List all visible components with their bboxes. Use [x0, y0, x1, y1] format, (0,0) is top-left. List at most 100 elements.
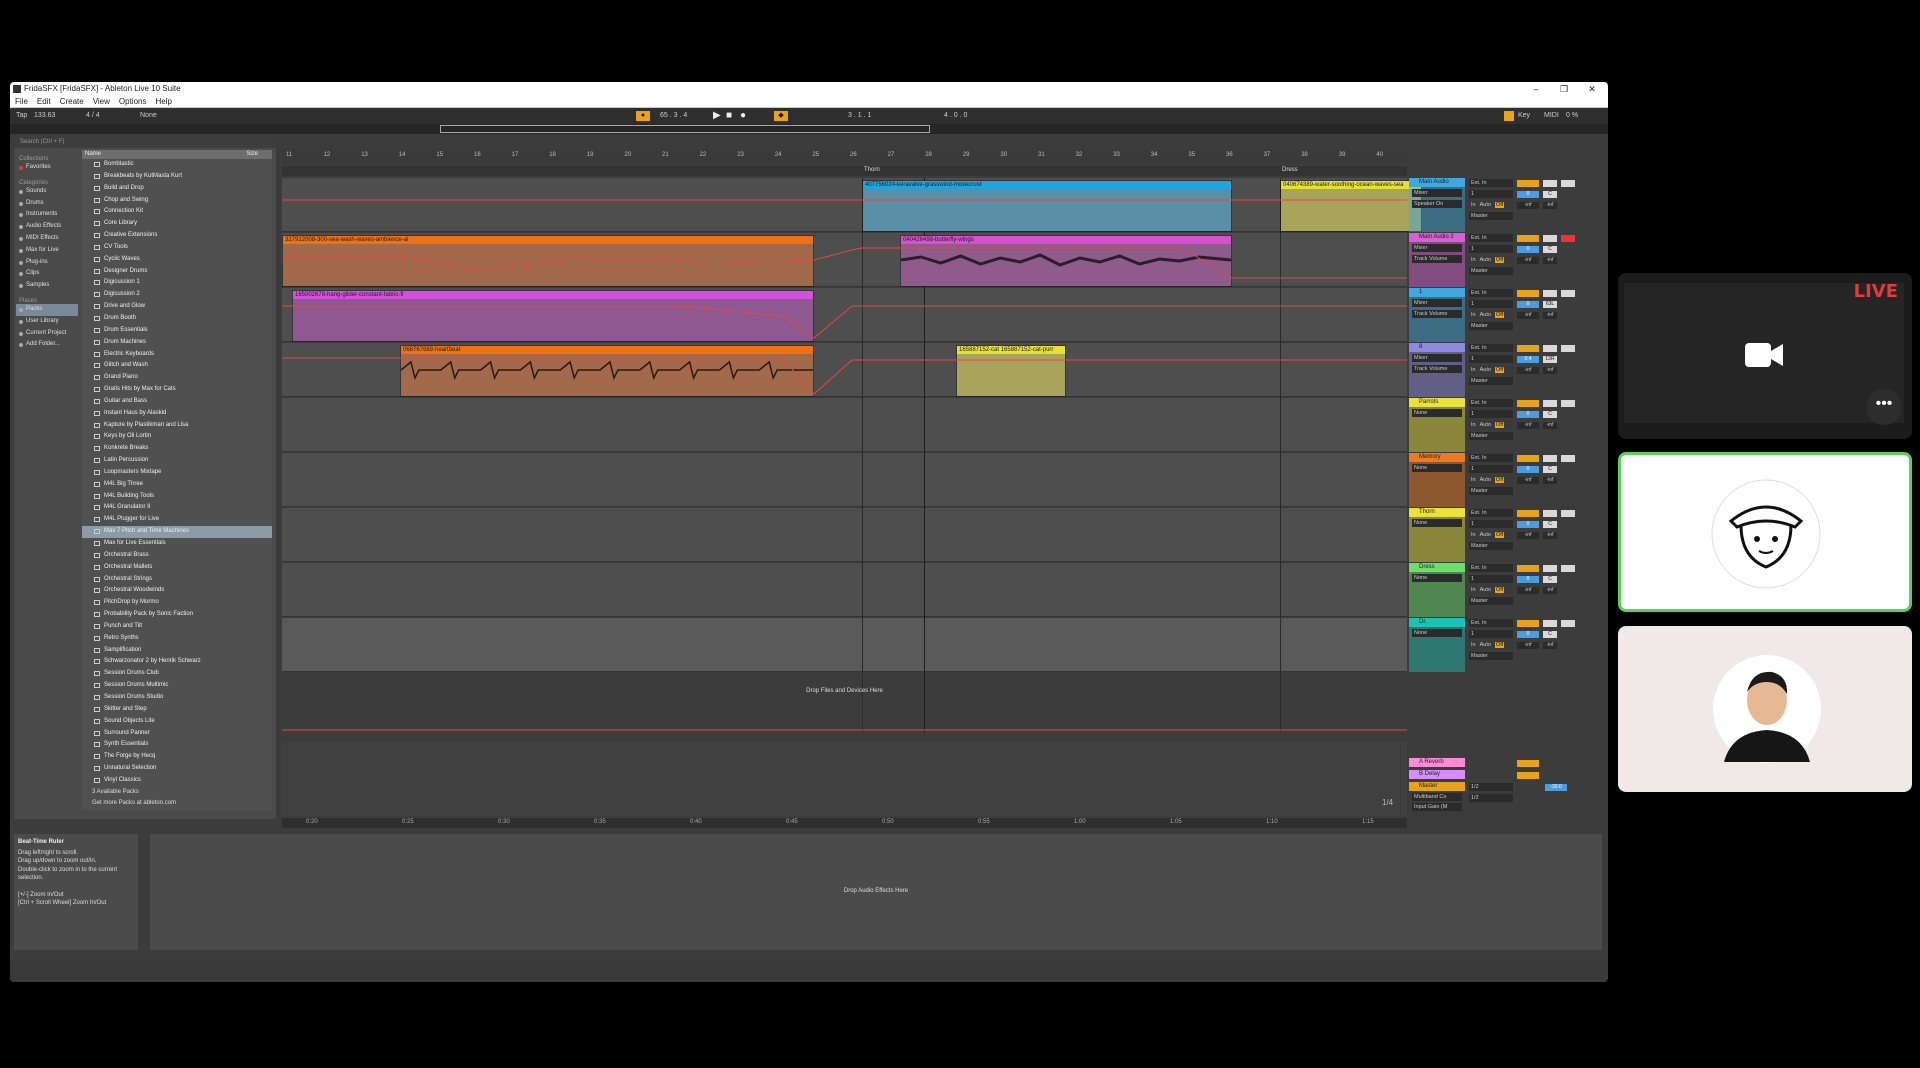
pack-item[interactable]: Connection Kit — [82, 206, 272, 218]
pan-field[interactable]: C — [1543, 466, 1557, 473]
pack-item[interactable]: Probability Pack by Sonic Faction — [82, 609, 272, 621]
track-activator[interactable] — [1517, 235, 1539, 242]
quantize-select[interactable]: None — [140, 108, 157, 124]
pack-item[interactable]: Drum Booth — [82, 313, 272, 325]
pack-item[interactable]: Build and Drop — [82, 183, 272, 195]
track-activator[interactable] — [1517, 400, 1539, 407]
volume-field[interactable]: 0 — [1517, 246, 1539, 253]
master-device[interactable]: Multiband Co — [1412, 793, 1462, 801]
solo-button[interactable] — [1543, 345, 1557, 352]
pack-item[interactable]: M4L Building Tools — [82, 491, 272, 503]
category-item[interactable]: Instruments — [16, 209, 78, 221]
pack-item[interactable]: Keys by Oli Lortin — [82, 431, 272, 443]
solo-button[interactable] — [1543, 455, 1557, 462]
solo-button[interactable] — [1543, 565, 1557, 572]
pack-item[interactable]: Designer Drums — [82, 266, 272, 278]
track-name-5[interactable]: Memory — [1409, 453, 1465, 462]
tap-button[interactable]: Tap — [16, 108, 27, 124]
pack-item[interactable]: M4L Granulator II — [82, 502, 272, 514]
return-volume[interactable] — [1517, 760, 1539, 767]
participant-tile-camera[interactable] — [1618, 626, 1912, 792]
stop-button[interactable]: ■ — [726, 108, 732, 124]
monitor-in[interactable]: In — [1471, 312, 1476, 318]
master-out-select[interactable]: 1/2 — [1469, 794, 1513, 802]
track-activator[interactable] — [1517, 290, 1539, 297]
input-channel-select[interactable]: 1 — [1469, 520, 1513, 528]
device-chooser[interactable]: Mixer — [1412, 244, 1462, 252]
input-channel-select[interactable]: 1 — [1469, 410, 1513, 418]
monitor-off[interactable]: Off — [1494, 367, 1505, 373]
solo-button[interactable] — [1543, 235, 1557, 242]
pack-item[interactable]: The Forge by Hecq — [82, 751, 272, 763]
arm-button[interactable] — [1561, 180, 1575, 187]
pack-item[interactable]: Digicussion 1 — [82, 277, 272, 289]
track-activator[interactable] — [1517, 620, 1539, 627]
send-a-field[interactable]: -inf — [1517, 587, 1539, 594]
pack-item[interactable]: Bombtastic — [82, 159, 272, 171]
send-b-field[interactable]: -inf — [1543, 532, 1557, 539]
pan-field[interactable]: C — [1543, 576, 1557, 583]
place-item[interactable]: Packs — [16, 303, 78, 316]
key-map-button[interactable] — [1504, 111, 1514, 121]
monitor-off[interactable]: Off — [1494, 202, 1505, 208]
track-name-8[interactable]: Dr. — [1409, 618, 1465, 627]
tempo-field[interactable]: 133.63 — [34, 108, 55, 124]
midi-map-label[interactable]: MIDI — [1544, 108, 1559, 124]
category-item[interactable]: Audio Effects — [16, 221, 78, 233]
pan-field[interactable]: 63L — [1543, 301, 1557, 308]
solo-button[interactable] — [1543, 510, 1557, 517]
pan-field[interactable]: C — [1543, 191, 1557, 198]
monitor-in[interactable]: In — [1471, 587, 1476, 593]
pack-item[interactable]: Kapture by Plastikman and Lisa — [82, 420, 272, 432]
category-item[interactable]: Samples — [16, 280, 78, 292]
device-view[interactable]: Drop Audio Effects Here — [150, 834, 1602, 950]
volume-field[interactable]: 0 — [1517, 466, 1539, 473]
pan-field[interactable]: C — [1543, 411, 1557, 418]
record-button[interactable]: ● — [740, 108, 746, 124]
pack-item[interactable]: Grand Piano — [82, 372, 272, 384]
drop-files-area[interactable]: Drop Files and Devices Here — [282, 688, 1407, 694]
device-chooser[interactable]: None — [1412, 574, 1462, 582]
monitor-off[interactable]: Off — [1494, 642, 1505, 648]
pack-item[interactable]: Loopmasters Mixtape — [82, 467, 272, 479]
send-b-field[interactable]: -inf — [1543, 257, 1557, 264]
volume-field[interactable]: 0 — [1517, 191, 1539, 198]
monitor-auto[interactable]: Auto — [1480, 587, 1491, 593]
send-a-field[interactable]: -inf — [1517, 642, 1539, 649]
drop-audio-effects[interactable]: Drop Audio Effects Here — [150, 888, 1602, 894]
input-type-select[interactable]: Ext. In — [1469, 179, 1513, 187]
input-channel-select[interactable]: 1 — [1469, 355, 1513, 363]
follow-button[interactable]: ● — [636, 111, 650, 121]
place-item[interactable]: User Library — [16, 316, 78, 328]
device-chooser[interactable]: None — [1412, 464, 1462, 472]
volume-field[interactable]: 0 — [1517, 301, 1539, 308]
arm-button[interactable] — [1561, 565, 1575, 572]
category-item[interactable]: Max for Live — [16, 245, 78, 257]
arm-button[interactable] — [1561, 455, 1575, 462]
automation-arm-button[interactable]: ◆ — [774, 111, 788, 121]
output-select[interactable]: Master — [1469, 377, 1513, 385]
send-a-field[interactable]: -inf — [1517, 477, 1539, 484]
pack-item[interactable]: Orchestral Strings — [82, 574, 272, 586]
send-b-field[interactable]: -inf — [1543, 477, 1557, 484]
pan-field[interactable]: C — [1543, 521, 1557, 528]
send-b-field[interactable]: -inf — [1543, 422, 1557, 429]
monitor-off[interactable]: Off — [1494, 422, 1505, 428]
time-ruler[interactable]: 0:20 0:25 0:30 0:35 0:40 0:45 0:50 0:55 1:00 1:05… — [282, 818, 1407, 828]
parameter-chooser[interactable]: Track Volume — [1412, 365, 1462, 373]
solo-button[interactable] — [1543, 620, 1557, 627]
overview-window[interactable] — [440, 125, 930, 133]
monitor-in[interactable]: In — [1471, 257, 1476, 263]
pack-item[interactable]: Max 7 Pitch and Time Machines — [82, 526, 272, 538]
pack-item[interactable]: Session Drums Multimic — [82, 680, 272, 692]
arm-button[interactable] — [1561, 510, 1575, 517]
pack-item[interactable]: Drive and Glow — [82, 301, 272, 313]
monitor-auto[interactable]: Auto — [1480, 312, 1491, 318]
output-select[interactable]: Master — [1469, 542, 1513, 550]
input-type-select[interactable]: Ext. In — [1469, 454, 1513, 462]
pack-item[interactable]: Guitar and Bass — [82, 396, 272, 408]
input-channel-select[interactable]: 1 — [1469, 300, 1513, 308]
close-button[interactable]: ✕ — [1580, 82, 1604, 96]
master-name[interactable]: Master — [1409, 782, 1465, 791]
beat-time-ruler[interactable]: 11 12 13 14 15 16 17 18 19 20 21 22 23 24 25 26 27 28 29 30… — [282, 150, 1407, 164]
